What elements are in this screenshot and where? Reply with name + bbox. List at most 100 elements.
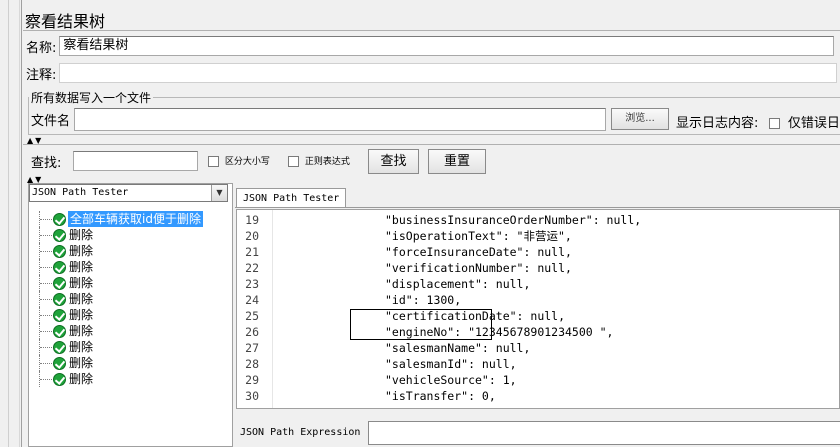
search-divider-top	[23, 144, 840, 145]
response-body-viewer[interactable]: 19 "businessInsuranceOrderNumber": null, 2…	[236, 209, 840, 409]
tree-node-label: 删除	[69, 228, 94, 242]
tree-connector-h	[40, 283, 52, 284]
tree-node[interactable]: 删除	[29, 259, 232, 275]
json-path-expression-input[interactable]	[368, 421, 840, 445]
tree-node[interactable]: 删除	[29, 291, 232, 307]
case-sensitive-label: 区分大小写	[224, 157, 270, 167]
tree-connector-h	[40, 251, 52, 252]
line-number: 28	[245, 357, 259, 371]
line-number: 26	[245, 325, 259, 339]
code-line: 30 "isTransfer": 0,	[237, 388, 839, 404]
browse-button[interactable]: 浏览...	[611, 108, 669, 130]
result-tree-panel: JSON Path Tester ▼ 全部车辆获取id便于删除 删除 删除 删除 删除删…	[28, 183, 233, 447]
success-check-icon	[53, 229, 66, 242]
code-line: 20 "isOperationText": "非营运",	[237, 228, 839, 244]
renderer-select[interactable]: JSON Path Tester ▼	[29, 184, 228, 202]
tab-underline	[235, 207, 840, 208]
tree-node[interactable]: 删除	[29, 227, 232, 243]
code-line: 22 "verificationNumber": null,	[237, 260, 839, 276]
line-content: "forceInsuranceDate": null,	[385, 245, 572, 259]
line-number: 22	[245, 261, 259, 275]
line-content: "isTransfer": 0,	[385, 389, 496, 403]
code-line: 29 "vehicleSource": 1,	[237, 372, 839, 388]
tree-node[interactable]: 删除	[29, 243, 232, 259]
tree-connector-h	[40, 235, 52, 236]
success-check-icon	[53, 213, 66, 226]
log-content-label: 显示日志内容:	[676, 116, 759, 131]
tree-node[interactable]: 删除	[29, 307, 232, 323]
tree-connector-h	[40, 331, 52, 332]
tree-node[interactable]: 删除	[29, 339, 232, 355]
comment-row: 注释:	[26, 63, 838, 83]
filename-label: 文件名	[31, 114, 71, 129]
success-check-icon	[53, 245, 66, 258]
left-panel-divider	[8, 0, 9, 447]
page-title: 察看结果树	[25, 12, 106, 31]
tree-node-label: 全部车辆获取id便于删除	[68, 211, 203, 227]
tree-node-label: 删除	[69, 356, 94, 370]
tree-node-label: 删除	[69, 244, 94, 258]
title-divider	[23, 30, 840, 31]
line-content: "id": 1300,	[385, 293, 462, 307]
reset-button[interactable]: 重置	[428, 149, 486, 174]
tree-node-label: 删除	[69, 292, 94, 306]
json-path-expression-row: JSON Path Expression	[236, 421, 840, 445]
search-input[interactable]	[73, 151, 198, 171]
success-check-icon	[53, 293, 66, 306]
line-number: 21	[245, 245, 259, 259]
comment-field[interactable]	[59, 63, 838, 83]
tree-node[interactable]: 删除	[29, 371, 232, 387]
result-tree: 全部车辆获取id便于删除 删除 删除 删除 删除 删除 删除 删除 删除 删除 删除	[29, 211, 232, 387]
tree-node[interactable]: 全部车辆获取id便于删除	[29, 211, 232, 227]
tree-connector-h	[40, 219, 52, 220]
regex-checkbox[interactable]	[288, 156, 299, 167]
code-line: 27 "salesmanName": null,	[237, 340, 839, 356]
filename-input[interactable]	[74, 108, 607, 131]
line-number: 20	[245, 229, 259, 243]
tree-connector-h	[40, 267, 52, 268]
name-field[interactable]: 察看结果树	[59, 36, 835, 56]
line-number: 23	[245, 277, 259, 291]
tree-node[interactable]: 删除	[29, 355, 232, 371]
regex-label: 正则表达式	[304, 157, 350, 167]
name-label: 名称:	[26, 40, 57, 56]
line-number: 24	[245, 293, 259, 307]
success-check-icon	[53, 341, 66, 354]
tree-node-label: 删除	[69, 260, 94, 274]
json-path-expression-label: JSON Path Expression	[240, 427, 361, 438]
tree-node-label: 删除	[69, 340, 94, 354]
success-check-icon	[53, 325, 66, 338]
line-content: "verificationNumber": null,	[385, 261, 572, 275]
line-number: 29	[245, 373, 259, 387]
case-sensitive-option[interactable]: 区分大小写	[208, 154, 270, 167]
tab-json-path-tester[interactable]: JSON Path Tester	[236, 188, 347, 208]
regex-option[interactable]: 正则表达式	[288, 154, 350, 167]
comment-label: 注释:	[26, 67, 57, 83]
search-row: 查找:	[31, 152, 61, 171]
tree-node-label: 删除	[69, 308, 94, 322]
success-check-icon	[53, 261, 66, 274]
code-line: 26 "engineNo": "12345678901234500 ",	[237, 324, 839, 340]
tree-node[interactable]: 删除	[29, 275, 232, 291]
find-button[interactable]: 查找	[368, 149, 419, 174]
case-sensitive-checkbox[interactable]	[208, 156, 219, 167]
line-content: "vehicleSource": 1,	[385, 373, 517, 387]
tree-node[interactable]: 删除	[29, 323, 232, 339]
tree-connector-h	[40, 363, 52, 364]
left-collapsed-panel	[0, 0, 22, 447]
chevron-down-icon[interactable]: ▼	[211, 185, 227, 201]
line-number: 25	[245, 309, 259, 323]
errors-only-checkbox[interactable]	[769, 118, 780, 129]
tree-node-label: 删除	[69, 324, 94, 338]
tree-node-label: 删除	[69, 372, 94, 386]
left-panel-divider-inner	[19, 0, 20, 447]
file-group-title: 所有数据写入一个文件	[29, 89, 154, 106]
code-line: 23 "displacement": null,	[237, 276, 839, 292]
line-number: 30	[245, 389, 259, 403]
line-content: "engineNo": "12345678901234500 ",	[385, 325, 614, 339]
listener-panel: 察看结果树 名称: 察看结果树 注释: 所有数据写入一个文件 文件名 浏览...…	[23, 0, 840, 447]
code-line: 24 "id": 1300,	[237, 292, 839, 308]
errors-only-option[interactable]: 仅错误日志	[769, 112, 840, 131]
code-line: 25 "certificationDate": null,	[237, 308, 839, 324]
code-line: 19 "businessInsuranceOrderNumber": null,	[237, 212, 839, 228]
